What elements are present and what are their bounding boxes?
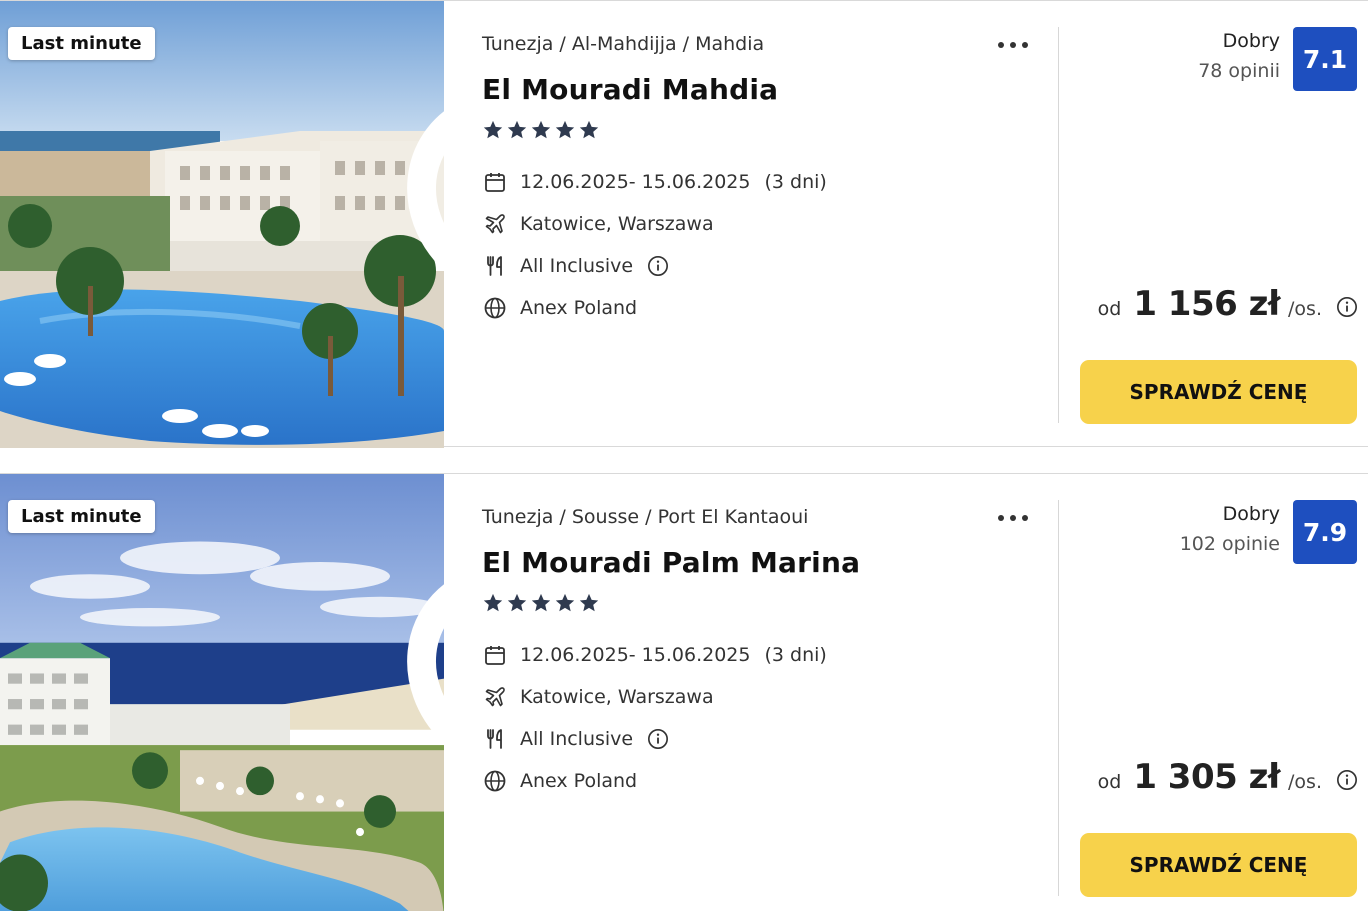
price-value: 1 156 zł [1133,284,1281,324]
price-suffix: /os. [1288,298,1322,320]
star-icon [555,120,575,139]
info-icon[interactable] [647,255,669,277]
fact-operator: Anex Poland [482,760,827,802]
hotel-stars [482,119,600,141]
hotel-stars [482,592,600,614]
board-text: All Inclusive [520,728,634,750]
departure-text: Katowice, Warszawa [520,213,714,235]
last-minute-badge: Last minute [8,27,155,60]
star-icon [555,593,575,612]
hotel-photo-image [0,1,444,448]
reviews-count[interactable]: 102 opinie [1180,528,1280,560]
rating-label: Dobry [1222,30,1280,52]
fact-operator: Anex Poland [482,287,827,329]
hotel-name[interactable]: El Mouradi Mahdia [482,73,778,106]
fact-departure: Katowice, Warszawa [482,203,827,245]
cutlery-icon [482,253,508,279]
plane-icon [482,211,508,237]
hotel-photo[interactable]: Last minute [0,474,444,911]
price-prefix: od [1097,771,1122,793]
check-price-button[interactable]: SPRAWDŹ CENĘ [1080,360,1357,424]
location-breadcrumb[interactable]: Tunezja / Sousse / Port El Kantaoui [482,506,808,528]
fact-departure: Katowice, Warszawa [482,676,827,718]
globe-icon [482,295,508,321]
star-icon [483,120,503,139]
rating-score-badge: 7.1 [1293,27,1357,91]
operator-text: Anex Poland [520,770,638,792]
departure-text: Katowice, Warszawa [520,686,714,708]
fact-dates: 12.06.2025- 15.06.2025 (3 dni) [482,634,827,676]
cutlery-icon [482,726,508,752]
check-price-button[interactable]: SPRAWDŹ CENĘ [1080,833,1357,897]
rating-summary[interactable]: Dobry 78 opinii [1198,27,1280,87]
star-icon [531,593,551,612]
calendar-icon [482,642,508,668]
rating-label: Dobry [1222,503,1280,525]
heart-icon[interactable] [379,23,444,448]
more-dots-icon[interactable] [996,35,1030,55]
price-row: od 1 156 zł /os. [1098,284,1358,324]
globe-icon [482,768,508,794]
duration-text: (3 dni) [764,644,827,666]
info-icon[interactable] [1336,769,1358,791]
rating-score-badge: 7.9 [1293,500,1357,564]
star-icon [531,120,551,139]
rating-summary[interactable]: Dobry 102 opinie [1180,500,1280,560]
heart-icon[interactable] [379,496,444,911]
star-icon [507,120,527,139]
offer-card[interactable]: Last minute Tunezja / Sousse / Port El K… [0,473,1368,911]
hotel-photo[interactable]: Last minute [0,1,444,448]
fact-board: All Inclusive [482,718,827,760]
star-icon [579,593,599,612]
price-prefix: od [1097,298,1122,320]
dates-text: 12.06.2025- 15.06.2025 [520,644,751,666]
star-icon [483,593,503,612]
plane-icon [482,684,508,710]
location-breadcrumb[interactable]: Tunezja / Al-Mahdijja / Mahdia [482,33,764,55]
more-dots-icon[interactable] [996,508,1030,528]
price-suffix: /os. [1288,771,1322,793]
offer-facts: 12.06.2025- 15.06.2025 (3 dni) Katowice,… [482,161,827,329]
duration-text: (3 dni) [764,171,827,193]
offer-facts: 12.06.2025- 15.06.2025 (3 dni) Katowice,… [482,634,827,802]
offer-card[interactable]: Last minute Tunezja / Al-Mahdijja / Mahd… [0,0,1368,448]
column-divider [1058,27,1059,423]
star-icon [579,120,599,139]
operator-text: Anex Poland [520,297,638,319]
hotel-name[interactable]: El Mouradi Palm Marina [482,546,860,579]
fact-board: All Inclusive [482,245,827,287]
reviews-count[interactable]: 78 opinii [1198,55,1280,87]
hotel-photo-image [0,474,444,911]
fact-dates: 12.06.2025- 15.06.2025 (3 dni) [482,161,827,203]
calendar-icon [482,169,508,195]
dates-text: 12.06.2025- 15.06.2025 [520,171,751,193]
column-divider [1058,500,1059,896]
board-text: All Inclusive [520,255,634,277]
star-icon [507,593,527,612]
price-value: 1 305 zł [1133,757,1281,797]
price-row: od 1 305 zł /os. [1098,757,1358,797]
last-minute-badge: Last minute [8,500,155,533]
info-icon[interactable] [1336,296,1358,318]
info-icon[interactable] [647,728,669,750]
